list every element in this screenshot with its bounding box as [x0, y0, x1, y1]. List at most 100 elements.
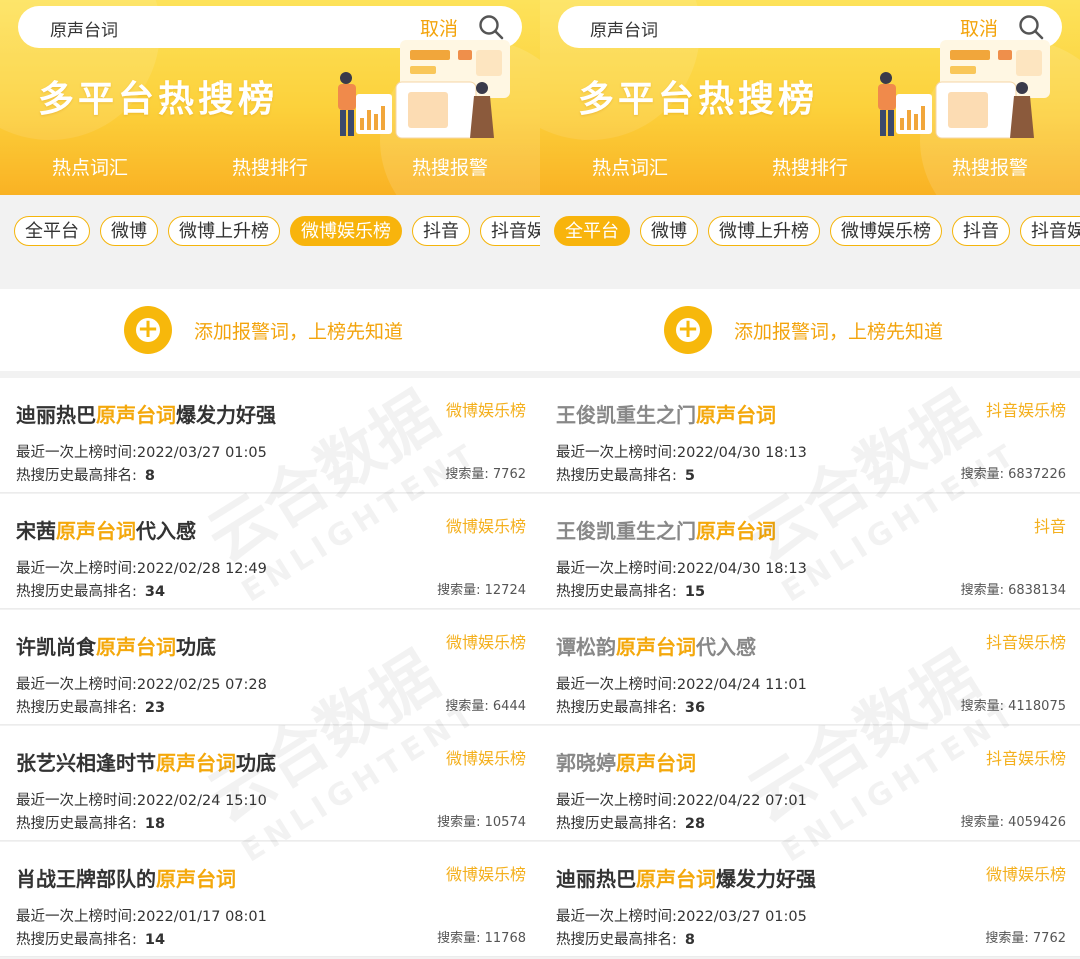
item-search-count: 搜索量: 12724	[437, 583, 526, 598]
app-screen: 原声台词 取消 多平台热搜榜 热点词汇 热搜排行 热搜报警 全平台 微博 微博上…	[0, 0, 540, 959]
item-last-time: 最近一次上榜时间:2022/01/17 08:01	[16, 909, 267, 925]
item-last-time: 最近一次上榜时间:2022/03/27 01:05	[556, 909, 807, 925]
item-rank: 热搜历史最高排名: 8	[556, 932, 695, 948]
item-source-badge: 抖音娱乐榜	[985, 401, 1066, 420]
item-source-badge: 抖音	[1033, 517, 1066, 536]
item-search-count: 搜索量: 7762	[985, 931, 1066, 946]
platform-chip[interactable]: 全平台	[14, 216, 90, 246]
list-item[interactable]: 张艺兴相逢时节原声台词功底 微博娱乐榜 最近一次上榜时间:2022/02/24 …	[0, 726, 540, 841]
item-last-time: 最近一次上榜时间:2022/03/27 01:05	[16, 445, 267, 461]
platform-chip[interactable]: 微博上升榜	[168, 216, 280, 246]
item-search-count: 搜索量: 7762	[445, 467, 526, 482]
item-title: 王俊凯重生之门原声台词	[556, 399, 776, 428]
title-keyword: 原声台词	[616, 751, 696, 775]
platform-chip[interactable]: 抖音	[952, 216, 1010, 246]
title-keyword: 原声台词	[696, 519, 776, 543]
platform-filter-row: 全平台 微博 微博上升榜 微博娱乐榜 抖音 抖音娱	[540, 195, 1080, 277]
item-rank: 热搜历史最高排名: 28	[556, 816, 706, 832]
item-search-count: 搜索量: 4118075	[960, 699, 1066, 714]
item-title: 迪丽热巴原声台词爆发力好强	[16, 399, 276, 428]
item-source-badge: 抖音娱乐榜	[985, 633, 1066, 652]
header-banner: 原声台词 取消 多平台热搜榜 热点词汇 热搜排行 热搜报警	[540, 0, 1080, 195]
tab-hot-ranking[interactable]: 热搜排行	[180, 150, 360, 186]
list-item[interactable]: 迪丽热巴原声台词爆发力好强 微博娱乐榜 最近一次上榜时间:2022/03/27 …	[0, 378, 540, 493]
title-keyword: 原声台词	[156, 867, 236, 891]
search-icon[interactable]	[1018, 14, 1044, 40]
platform-chips: 全平台 微博 微博上升榜 微博娱乐榜 抖音 抖音娱	[554, 216, 1080, 246]
add-alert-card[interactable]: 添加报警词，上榜先知道	[540, 289, 1080, 371]
title-prefix: 谭松韵	[556, 635, 616, 659]
platform-chip[interactable]: 全平台	[554, 216, 630, 246]
item-rank: 热搜历史最高排名: 15	[556, 584, 706, 600]
title-prefix: 郭晓婷	[556, 751, 616, 775]
hot-search-list: 王俊凯重生之门原声台词 抖音娱乐榜 最近一次上榜时间:2022/04/30 18…	[540, 378, 1080, 958]
item-title: 肖战王牌部队的原声台词	[16, 863, 236, 892]
tab-hot-alert[interactable]: 热搜报警	[900, 150, 1080, 186]
analytics-illustration	[878, 40, 1050, 139]
item-title: 谭松韵原声台词代入感	[556, 631, 756, 660]
banner-title: 多平台热搜榜	[578, 79, 819, 120]
item-search-count: 搜索量: 6444	[445, 699, 526, 714]
list-item[interactable]: 宋茜原声台词代入感 微博娱乐榜 最近一次上榜时间:2022/02/28 12:4…	[0, 494, 540, 609]
add-alert-text[interactable]: 添加报警词，上榜先知道	[734, 317, 943, 344]
list-item[interactable]: 许凯尚食原声台词功底 微博娱乐榜 最近一次上榜时间:2022/02/25 07:…	[0, 610, 540, 725]
item-rank: 热搜历史最高排名: 36	[556, 700, 706, 716]
banner-title: 多平台热搜榜	[38, 79, 279, 120]
title-keyword: 原声台词	[156, 751, 236, 775]
item-source-badge: 微博娱乐榜	[445, 633, 526, 652]
screens: 原声台词 取消 多平台热搜榜 热点词汇 热搜排行 热搜报警 全平台 微博 微博上…	[0, 0, 1080, 959]
list-item[interactable]: 王俊凯重生之门原声台词 抖音 最近一次上榜时间:2022/04/30 18:13…	[540, 494, 1080, 609]
tab-hot-words[interactable]: 热点词汇	[0, 150, 180, 186]
tab-hot-alert[interactable]: 热搜报警	[360, 150, 540, 186]
platform-chip[interactable]: 微博	[640, 216, 698, 246]
item-search-count: 搜索量: 6838134	[960, 583, 1066, 598]
list-item[interactable]: 迪丽热巴原声台词爆发力好强 微博娱乐榜 最近一次上榜时间:2022/03/27 …	[540, 842, 1080, 957]
platform-chip[interactable]: 抖音	[412, 216, 470, 246]
platform-chip[interactable]: 抖音娱	[480, 216, 540, 246]
title-prefix: 王俊凯重生之门	[556, 403, 696, 427]
cancel-button[interactable]: 取消	[420, 14, 458, 41]
title-keyword: 原声台词	[56, 519, 136, 543]
cancel-button[interactable]: 取消	[960, 14, 998, 41]
item-search-count: 搜索量: 10574	[437, 815, 526, 830]
search-input[interactable]: 原声台词	[590, 16, 658, 41]
add-circle-icon[interactable]	[664, 306, 712, 354]
add-alert-text[interactable]: 添加报警词，上榜先知道	[194, 317, 403, 344]
platform-chip[interactable]: 微博娱乐榜	[830, 216, 942, 246]
title-suffix: 功底	[176, 635, 216, 659]
item-title: 张艺兴相逢时节原声台词功底	[16, 747, 276, 776]
search-icon[interactable]	[478, 14, 504, 40]
title-keyword: 原声台词	[96, 403, 176, 427]
item-title: 郭晓婷原声台词	[556, 747, 696, 776]
platform-chip[interactable]: 微博娱乐榜	[290, 216, 402, 246]
item-source-badge: 微博娱乐榜	[445, 401, 526, 420]
list-item[interactable]: 肖战王牌部队的原声台词 微博娱乐榜 最近一次上榜时间:2022/01/17 08…	[0, 842, 540, 957]
list-item[interactable]: 谭松韵原声台词代入感 抖音娱乐榜 最近一次上榜时间:2022/04/24 11:…	[540, 610, 1080, 725]
title-prefix: 王俊凯重生之门	[556, 519, 696, 543]
platform-chip[interactable]: 微博	[100, 216, 158, 246]
header-tabs: 热点词汇 热搜排行 热搜报警	[0, 150, 540, 186]
title-suffix: 功底	[236, 751, 276, 775]
item-rank: 热搜历史最高排名: 23	[16, 700, 166, 716]
title-suffix: 爆发力好强	[716, 867, 816, 891]
item-source-badge: 微博娱乐榜	[445, 749, 526, 768]
item-rank: 热搜历史最高排名: 5	[556, 468, 695, 484]
platform-chip[interactable]: 抖音娱	[1020, 216, 1080, 246]
add-alert-card[interactable]: 添加报警词，上榜先知道	[0, 289, 540, 371]
add-circle-icon[interactable]	[124, 306, 172, 354]
item-search-count: 搜索量: 11768	[437, 931, 526, 946]
item-source-badge: 微博娱乐榜	[445, 517, 526, 536]
list-item[interactable]: 王俊凯重生之门原声台词 抖音娱乐榜 最近一次上榜时间:2022/04/30 18…	[540, 378, 1080, 493]
tab-hot-ranking[interactable]: 热搜排行	[720, 150, 900, 186]
tab-hot-words[interactable]: 热点词汇	[540, 150, 720, 186]
search-input[interactable]: 原声台词	[50, 16, 118, 41]
app-screen: 原声台词 取消 多平台热搜榜 热点词汇 热搜排行 热搜报警 全平台 微博 微博上…	[540, 0, 1080, 959]
item-title: 许凯尚食原声台词功底	[16, 631, 216, 660]
item-last-time: 最近一次上榜时间:2022/04/22 07:01	[556, 793, 807, 809]
title-keyword: 原声台词	[636, 867, 716, 891]
title-prefix: 张艺兴相逢时节	[16, 751, 156, 775]
item-rank: 热搜历史最高排名: 8	[16, 468, 155, 484]
platform-chip[interactable]: 微博上升榜	[708, 216, 820, 246]
title-prefix: 迪丽热巴	[556, 867, 636, 891]
list-item[interactable]: 郭晓婷原声台词 抖音娱乐榜 最近一次上榜时间:2022/04/22 07:01 …	[540, 726, 1080, 841]
